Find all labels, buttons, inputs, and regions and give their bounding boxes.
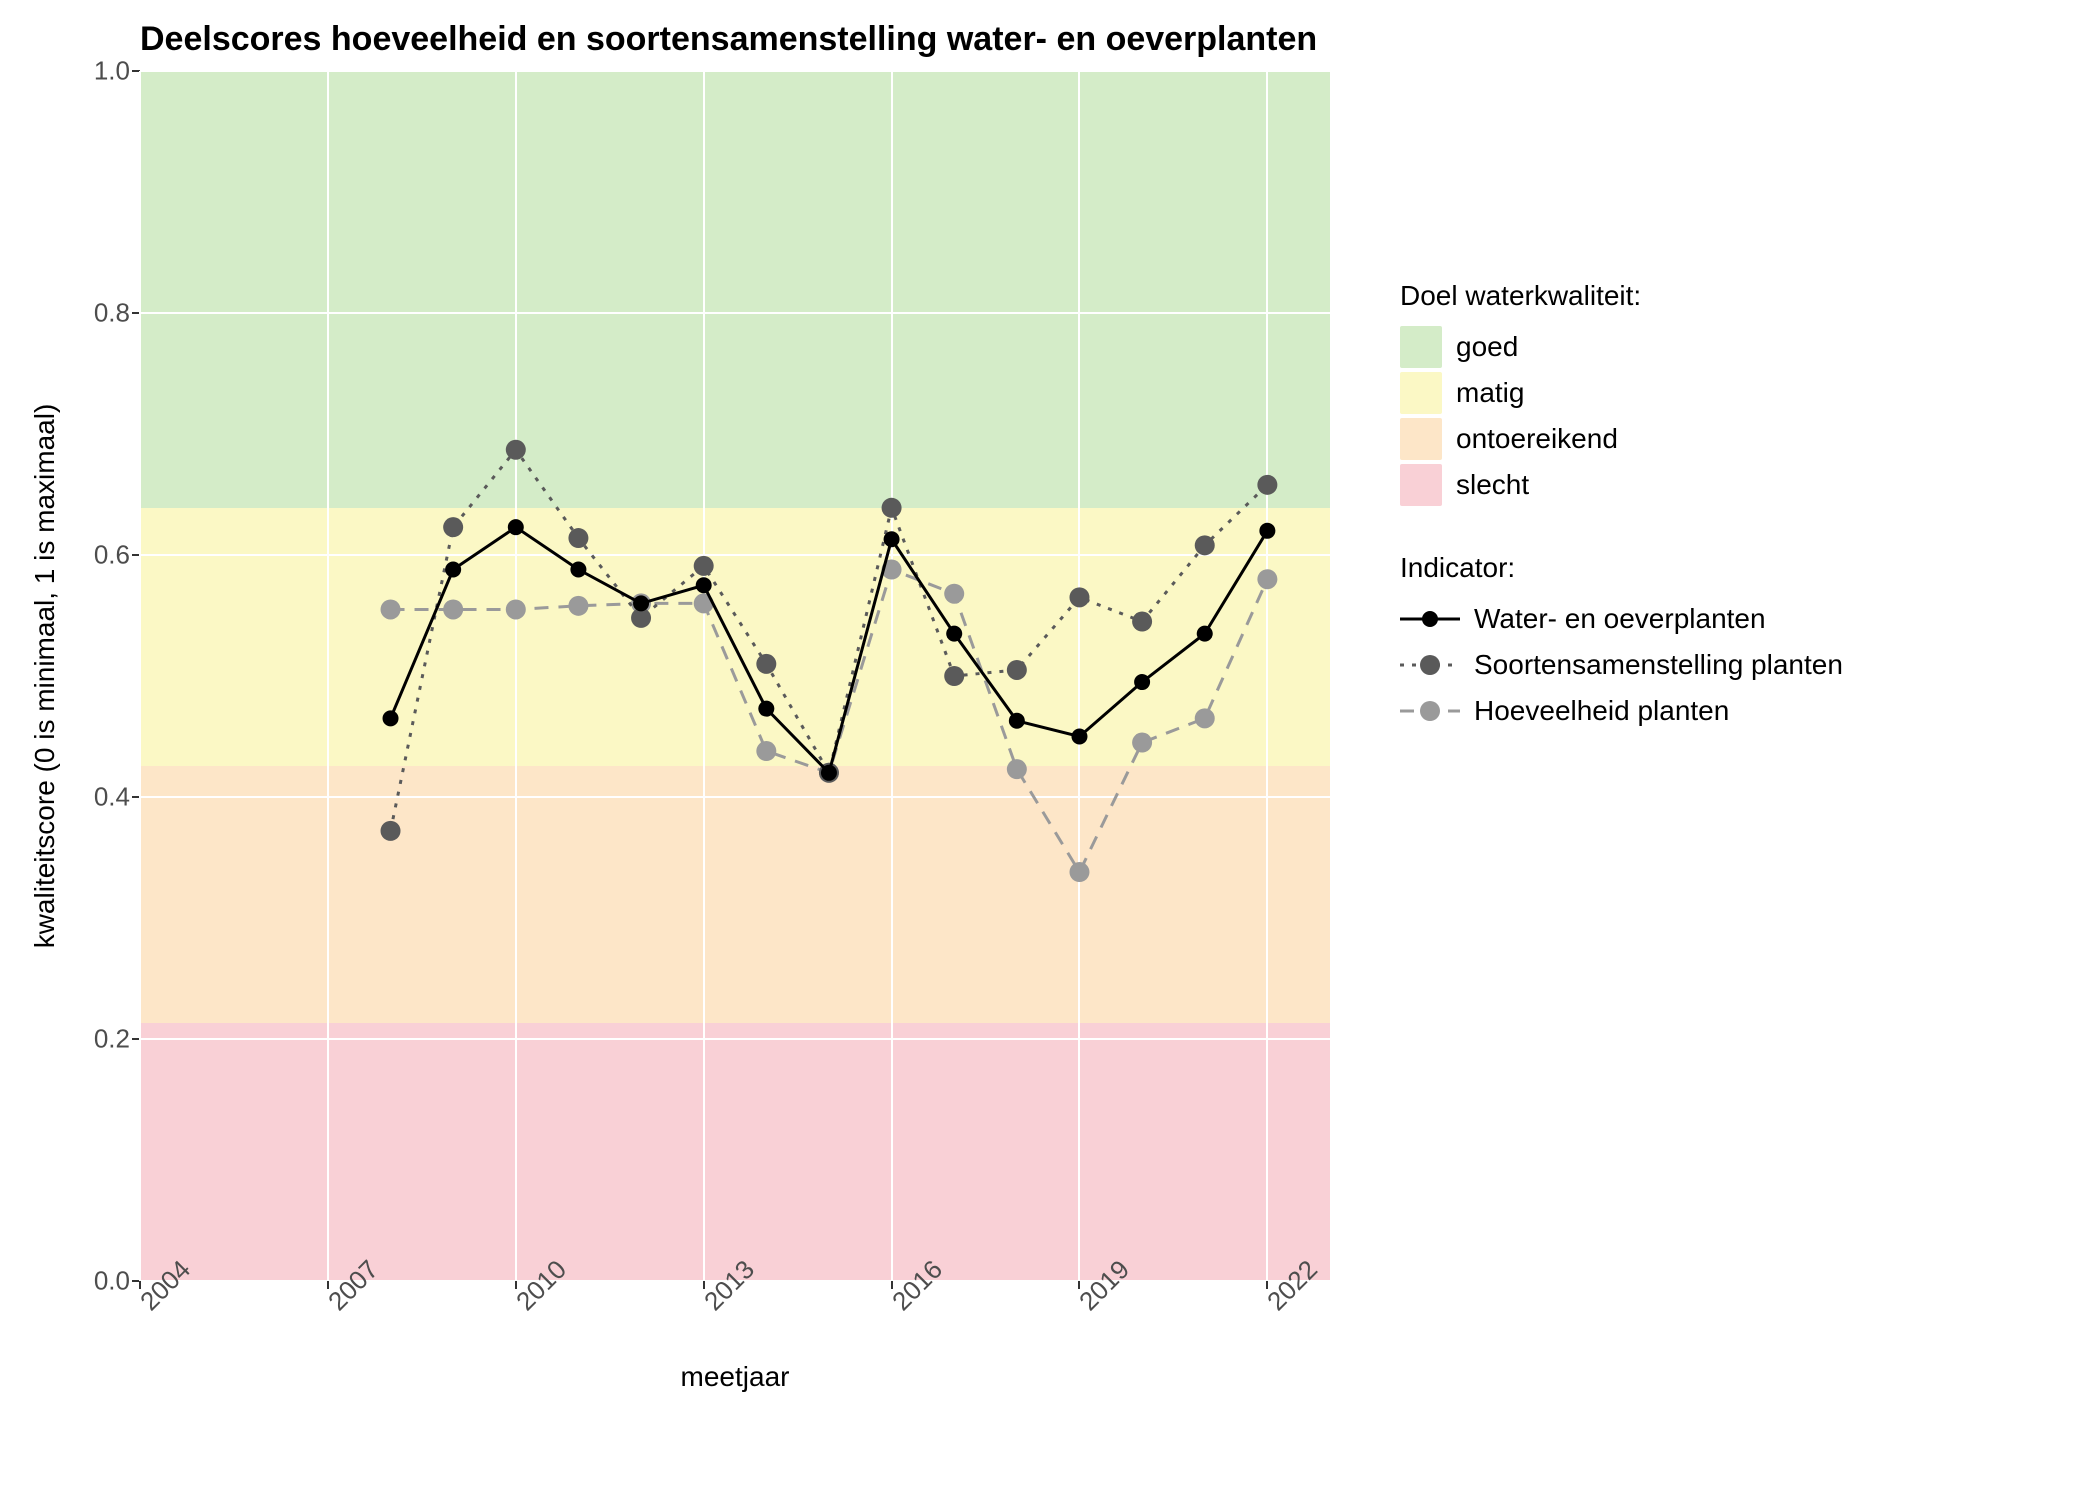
data-point [1069, 587, 1089, 607]
y-axis-title: kwaliteitscore (0 is minimaal, 1 is maxi… [29, 404, 61, 949]
data-point [570, 562, 586, 578]
legend-key [1400, 696, 1460, 726]
legend-swatch [1400, 326, 1442, 368]
data-point [1195, 535, 1215, 555]
data-point [1132, 612, 1152, 632]
data-point [944, 584, 964, 604]
legend-bands-title: Doel waterkwaliteit: [1400, 280, 1843, 312]
legend-series-title: Indicator: [1400, 552, 1843, 584]
legend-band-goed: goed [1400, 326, 1843, 368]
legend-label: Water- en oeverplanten [1474, 603, 1766, 635]
legend-label: Soortensamenstelling planten [1474, 649, 1843, 681]
data-point [884, 531, 900, 547]
legend-bands-group: Doel waterkwaliteit: goed matig ontoereike… [1400, 280, 1843, 506]
data-point [944, 666, 964, 686]
legend-swatch [1400, 464, 1442, 506]
data-point [1071, 729, 1087, 745]
data-point [1009, 713, 1025, 729]
data-point [506, 440, 526, 460]
legend-swatch [1400, 418, 1442, 460]
data-point [633, 595, 649, 611]
legend-label: matig [1456, 377, 1524, 409]
legend-band-ontoereikend: ontoereikend [1400, 418, 1843, 460]
data-point [758, 701, 774, 717]
legend-label: slecht [1456, 469, 1529, 501]
legend-series-group: Indicator: Water- en oeverplanten Soorten… [1400, 552, 1843, 732]
data-point [756, 741, 776, 761]
data-point [383, 710, 399, 726]
legend-label: goed [1456, 331, 1518, 363]
legend-label: ontoereikend [1456, 423, 1618, 455]
data-point [1257, 569, 1277, 589]
data-point [1007, 660, 1027, 680]
data-point [756, 654, 776, 674]
data-point [445, 562, 461, 578]
legend-band-slecht: slecht [1400, 464, 1843, 506]
data-point [1259, 523, 1275, 539]
data-point [946, 626, 962, 642]
chart-block: Deelscores hoeveelheid en soortensamenst… [20, 20, 1360, 1281]
data-point [694, 556, 714, 576]
data-point [381, 599, 401, 619]
data-point [821, 765, 837, 781]
data-point [568, 596, 588, 616]
legend-label: Hoeveelheid planten [1474, 695, 1729, 727]
data-point [443, 599, 463, 619]
data-point [506, 599, 526, 619]
legend: Doel waterkwaliteit: goed matig ontoereike… [1400, 280, 1843, 778]
legend-series-item: Hoeveelheid planten [1400, 690, 1843, 732]
plot-area: kwaliteitscore (0 is minimaal, 1 is maxi… [140, 71, 1330, 1281]
legend-key [1400, 650, 1460, 680]
data-point [508, 519, 524, 535]
data-point [568, 528, 588, 548]
data-point [1069, 862, 1089, 882]
chart-title: Deelscores hoeveelheid en soortensamenst… [140, 20, 1360, 59]
legend-key [1400, 604, 1460, 634]
legend-series-item: Water- en oeverplanten [1400, 598, 1843, 640]
legend-band-matig: matig [1400, 372, 1843, 414]
data-point [882, 498, 902, 518]
chart-container: Deelscores hoeveelheid en soortensamenst… [20, 20, 2080, 1281]
legend-series-item: Soortensamenstelling planten [1400, 644, 1843, 686]
data-point [1197, 626, 1213, 642]
data-point [696, 577, 712, 593]
data-point [1134, 674, 1150, 690]
legend-swatch [1400, 372, 1442, 414]
data-point [1257, 475, 1277, 495]
data-point [443, 517, 463, 537]
series-layer [140, 71, 1330, 1281]
data-point [1195, 708, 1215, 728]
x-axis-title: meetjaar [681, 1361, 790, 1393]
data-point [381, 821, 401, 841]
data-point [1132, 733, 1152, 753]
data-point [1007, 759, 1027, 779]
